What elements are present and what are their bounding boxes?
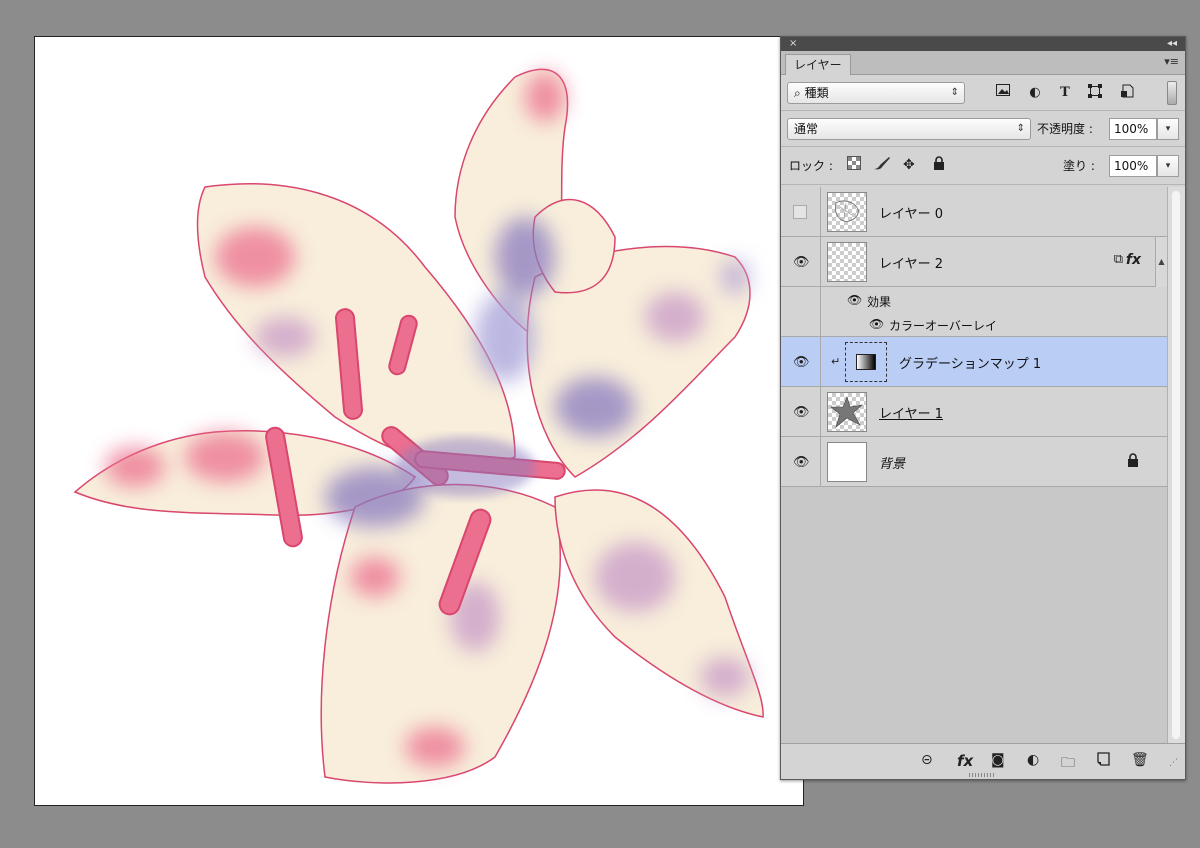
add-layer-style-fx-icon[interactable]: fx bbox=[957, 752, 973, 770]
smart-object-filter-icon[interactable] bbox=[1117, 84, 1137, 102]
scrollbar-thumb[interactable] bbox=[1172, 191, 1180, 739]
panel-titlebar: × ◂◂ bbox=[781, 37, 1185, 51]
layer-row[interactable]: 👁 レイヤー 1 bbox=[781, 387, 1167, 437]
brush-icon bbox=[874, 157, 890, 170]
document-canvas[interactable] bbox=[34, 36, 804, 806]
expand-effects-arrow-icon[interactable]: ▲ bbox=[1155, 237, 1167, 287]
fill-label: 塗り : bbox=[1063, 159, 1095, 173]
layer-row[interactable]: 👁 レイヤー 2 ⧉ fx ▲ bbox=[781, 237, 1167, 287]
eye-icon[interactable]: 👁 bbox=[869, 317, 884, 331]
opacity-input[interactable]: 100% bbox=[1109, 118, 1157, 140]
layer-effects-group: 👁 効果 👁 カラーオーバーレイ bbox=[781, 287, 1167, 337]
effect-color-overlay[interactable]: カラーオーバーレイ bbox=[889, 317, 997, 334]
visibility-column bbox=[781, 187, 821, 236]
lock-row: ロック : ✥ 塗り : 100% ▾ bbox=[781, 147, 1185, 185]
layer-name[interactable]: レイヤー 2 bbox=[879, 253, 943, 272]
visibility-column bbox=[781, 287, 821, 336]
layer-name[interactable]: レイヤー 0 bbox=[879, 203, 943, 222]
close-icon[interactable]: × bbox=[789, 37, 797, 51]
collapse-icon[interactable]: ◂◂ bbox=[1167, 37, 1177, 51]
checker-icon bbox=[847, 156, 861, 170]
filter-kind-select[interactable]: ⌕ 種類 ⇕ bbox=[787, 82, 965, 104]
layer-row-selected[interactable]: 👁 ↵ グラデーションマップ 1 bbox=[781, 337, 1167, 387]
search-icon: ⌕ bbox=[794, 86, 801, 100]
lily-thumbnail bbox=[830, 396, 863, 428]
shape-filter-icon[interactable] bbox=[1085, 84, 1105, 102]
new-layer-icon[interactable] bbox=[1097, 752, 1110, 770]
panel-drag-grip[interactable] bbox=[969, 773, 995, 777]
lock-transparent-pixels-icon[interactable] bbox=[847, 156, 861, 175]
eye-icon[interactable]: 👁 bbox=[793, 255, 810, 270]
filter-kind-label: 種類 bbox=[804, 86, 829, 100]
layers-list: レイヤー 0 👁 レイヤー 2 ⧉ fx ▲ 👁 効果 👁 カラーオーバーレイ … bbox=[781, 187, 1167, 745]
gradient-icon bbox=[856, 354, 876, 370]
sketch-thumbnail bbox=[835, 200, 859, 222]
new-page-icon bbox=[1097, 752, 1110, 766]
blend-mode-select[interactable]: 通常 ⇕ bbox=[787, 118, 1031, 140]
chevron-updown-icon: ⇕ bbox=[950, 87, 959, 98]
resize-grip-icon[interactable]: ⋰ bbox=[1169, 758, 1178, 768]
layer-row[interactable]: 👁 背景 bbox=[781, 437, 1167, 487]
panel-menu-icon[interactable]: ▾≡ bbox=[1164, 55, 1179, 68]
add-mask-icon[interactable]: ◙ bbox=[991, 752, 1005, 768]
eye-icon[interactable]: 👁 bbox=[793, 455, 810, 470]
visibility-column: 👁 bbox=[781, 237, 821, 286]
opacity-label: 不透明度 : bbox=[1037, 122, 1093, 136]
lock-all-icon[interactable] bbox=[933, 156, 945, 175]
image-icon bbox=[996, 84, 1010, 96]
visibility-column: 👁 bbox=[781, 437, 821, 486]
layer-thumbnail bbox=[827, 442, 867, 482]
visibility-column: 👁 bbox=[781, 337, 821, 386]
padlock-icon bbox=[934, 156, 944, 170]
new-adjustment-layer-icon[interactable]: ◐ bbox=[1027, 752, 1039, 768]
layer-row[interactable]: レイヤー 0 bbox=[781, 187, 1167, 237]
adjustment-filter-icon[interactable]: ◐ bbox=[1025, 84, 1045, 102]
lock-icon bbox=[1127, 453, 1139, 471]
chevron-updown-icon: ⇕ bbox=[1016, 123, 1025, 134]
new-group-folder-icon[interactable]: 🗀 bbox=[1061, 752, 1075, 776]
eye-icon[interactable]: 👁 bbox=[793, 355, 810, 370]
layer-name[interactable]: 背景 bbox=[879, 453, 905, 472]
effects-label: 効果 bbox=[867, 295, 892, 309]
fill-input[interactable]: 100% bbox=[1109, 155, 1157, 177]
smart-object-icon bbox=[1121, 84, 1134, 98]
clipping-group-icon: ⧉ bbox=[1113, 252, 1123, 267]
eye-icon[interactable]: 👁 bbox=[793, 405, 810, 420]
lily-artwork bbox=[73, 68, 764, 784]
gradient-map-thumbnail[interactable] bbox=[845, 342, 887, 382]
panel-footer: ⊝ fx ◙ ◐ 🗀 🗑 ⋰ bbox=[781, 743, 1185, 779]
padlock-icon bbox=[1128, 453, 1138, 467]
layer-thumbnail bbox=[827, 242, 867, 282]
layer-thumbnail bbox=[827, 392, 867, 432]
eye-icon[interactable]: 👁 bbox=[847, 293, 862, 307]
layer-thumbnail bbox=[827, 192, 867, 232]
lock-label: ロック : bbox=[789, 159, 833, 173]
clipping-arrow-icon: ↵ bbox=[831, 355, 841, 368]
opacity-dropdown-button[interactable]: ▾ bbox=[1157, 118, 1179, 140]
filter-row: ⌕ 種類 ⇕ ◐ T bbox=[781, 75, 1185, 111]
blend-row: 通常 ⇕ 不透明度 : 100% ▾ bbox=[781, 111, 1185, 147]
lock-image-pixels-brush-icon[interactable] bbox=[873, 156, 891, 175]
visibility-column: 👁 bbox=[781, 387, 821, 436]
lock-position-move-icon[interactable]: ✥ bbox=[903, 156, 915, 174]
fill-dropdown-button[interactable]: ▾ bbox=[1157, 155, 1179, 177]
link-layers-icon[interactable]: ⊝ bbox=[921, 752, 933, 768]
tab-layers[interactable]: レイヤー bbox=[785, 54, 851, 75]
layer-effects-fx-icon[interactable]: fx bbox=[1126, 252, 1141, 268]
layer-name[interactable]: レイヤー 1 bbox=[879, 403, 943, 422]
visibility-toggle[interactable] bbox=[793, 205, 807, 219]
type-filter-icon[interactable]: T bbox=[1055, 84, 1075, 102]
panel-tabs: レイヤー ▾≡ bbox=[781, 51, 1185, 75]
layers-panel: × ◂◂ レイヤー ▾≡ ⌕ 種類 ⇕ ◐ T 通常 ⇕ 不透明度 : 100% bbox=[780, 36, 1186, 780]
delete-layer-trash-icon[interactable]: 🗑 bbox=[1131, 752, 1149, 768]
layers-scrollbar[interactable] bbox=[1167, 187, 1185, 745]
filter-toggle-switch[interactable] bbox=[1167, 81, 1177, 105]
image-filter-icon[interactable] bbox=[993, 84, 1013, 102]
blend-mode-value: 通常 bbox=[794, 122, 819, 136]
layer-name[interactable]: グラデーションマップ 1 bbox=[899, 353, 1041, 372]
shape-icon bbox=[1088, 84, 1102, 98]
